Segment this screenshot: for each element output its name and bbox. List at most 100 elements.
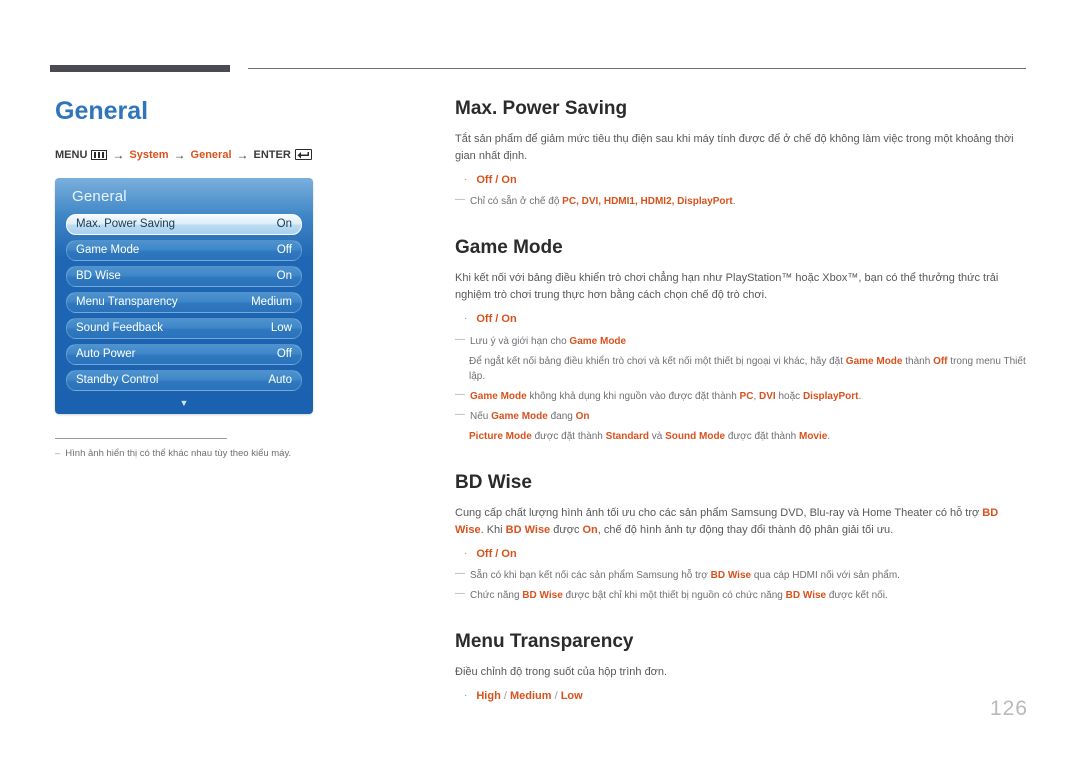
- breadcrumb: MENU → System → General → ENTER: [55, 148, 425, 162]
- n3s-e: Sound Mode: [665, 430, 726, 442]
- n3s-f: được đặt thành: [725, 430, 799, 442]
- osd-scroll-down-icon[interactable]: ▼: [55, 398, 313, 408]
- osd-row[interactable]: Sound Feedback Low: [66, 317, 302, 339]
- max-power-saving-options: · Off / On: [455, 172, 1027, 189]
- right-column: Max. Power Saving Tắt sản phẩm để giảm m…: [455, 98, 1027, 711]
- osd-row-value: Off: [276, 348, 292, 360]
- n2-g: DisplayPort: [802, 390, 859, 402]
- section-title-bd-wise: BD Wise: [455, 471, 532, 493]
- menu-transparency-option-values[interactable]: High / Medium / Low: [476, 688, 582, 705]
- game-mode-note-3: — Nếu Game Mode đang On: [455, 409, 1027, 424]
- note-modes: PC, DVI, HDMI1, HDMI2, DisplayPort: [562, 196, 733, 208]
- page-title: General: [55, 97, 149, 125]
- bn2-b: BD Wise: [522, 590, 563, 602]
- section-title-max-power-saving: Max. Power Saving: [455, 98, 628, 119]
- osd-row-value: Auto: [268, 374, 292, 386]
- left-column: General MENU → System → General → ENTER …: [55, 97, 425, 461]
- n2-c: PC: [739, 390, 754, 402]
- osd-row-value: On: [276, 270, 292, 282]
- menu-transparency-options: · High / Medium / Low: [455, 688, 1027, 705]
- note-dash: —: [455, 568, 465, 580]
- section-title-menu-transparency: Menu Transparency: [455, 631, 634, 653]
- bdw-a: Cung cấp chất lượng hình ảnh tối ưu cho …: [455, 506, 983, 519]
- osd-row-label: Menu Transparency: [76, 296, 178, 308]
- breadcrumb-item-system[interactable]: System: [129, 149, 168, 161]
- osd-row-value: Low: [270, 322, 292, 334]
- note-dash: —: [455, 388, 465, 400]
- left-footnote-block: ‒ Hình ảnh hiển thị có thể khác nhau tùy…: [55, 437, 425, 461]
- note-suffix: .: [732, 196, 736, 208]
- n3s-b: được đặt thành: [531, 430, 606, 442]
- opt-medium: Medium: [509, 690, 552, 703]
- bn1-a: Sẵn có khi bạn kết nối các sản phẩm Sams…: [470, 570, 711, 582]
- section-max-power-saving: Max. Power Saving Tắt sản phẩm để giảm m…: [455, 98, 1027, 209]
- n1s-c: thành: [902, 355, 934, 367]
- breadcrumb-enter-label: ENTER: [253, 148, 291, 161]
- note-body: Lưu ý và giới hạn cho Game Mode: [470, 334, 626, 349]
- osd-row[interactable]: Menu Transparency Medium: [66, 291, 302, 313]
- n3s-g: Movie: [798, 430, 828, 442]
- breadcrumb-arrow-2: →: [173, 147, 186, 162]
- left-footnote-rule: [55, 437, 227, 439]
- bn2-e: được kết nối.: [826, 590, 888, 602]
- note-body: Game Mode không khả dụng khi nguồn vào đ…: [470, 389, 861, 404]
- note1-prefix: Lưu ý và giới hạn cho: [470, 335, 570, 347]
- bullet-dot: ·: [464, 313, 468, 325]
- breadcrumb-item-general[interactable]: General: [191, 149, 232, 161]
- osd-row[interactable]: BD Wise On: [66, 265, 302, 287]
- breadcrumb-arrow-3: →: [236, 147, 249, 162]
- game-mode-option-values[interactable]: Off / On: [476, 311, 516, 328]
- n3s-h: .: [827, 430, 831, 442]
- osd-menu-panel: General Max. Power Saving On Game Mode Off B…: [55, 177, 313, 414]
- note1-term: Game Mode: [569, 335, 627, 347]
- menu-bars-icon: [91, 149, 108, 160]
- bn1-b: BD Wise: [710, 570, 752, 582]
- osd-row-value: Medium: [251, 296, 292, 308]
- bd-wise-note-2: — Chức năng BD Wise được bật chỉ khi một…: [455, 588, 1027, 603]
- bn1-c: qua cáp HDMI nối với sản phẩm.: [751, 570, 900, 582]
- bullet-dot: ·: [464, 547, 468, 559]
- n2-e: DVI: [759, 390, 776, 402]
- note-body: Chỉ có sẵn ở chế độ PC, DVI, HDMI1, HDMI…: [470, 194, 736, 209]
- bullet-dot: ·: [464, 690, 468, 702]
- max-power-saving-option-values[interactable]: Off / On: [476, 172, 516, 189]
- bdw-c: . Khi: [480, 523, 506, 536]
- note-dash: —: [455, 194, 465, 206]
- bd-wise-paragraph: Cung cấp chất lượng hình ảnh tối ưu cho …: [455, 505, 1027, 539]
- n3s-d: và: [649, 430, 666, 442]
- game-mode-note-1-sub: Để ngắt kết nối bảng điều khiển trò chơi…: [469, 354, 1027, 384]
- osd-row-list: Max. Power Saving On Game Mode Off BD Wise On…: [66, 213, 302, 391]
- n2-b: không khả dụng khi nguồn vào được đặt th…: [526, 390, 740, 402]
- section-menu-transparency: Menu Transparency Điều chỉnh độ trong su…: [455, 631, 1027, 704]
- section-game-mode: Game Mode Khi kết nối với bảng điều khiể…: [455, 237, 1027, 443]
- bdw-e: được: [550, 523, 583, 536]
- footnote-text: Hình ảnh hiển thị có thể khác nhau tùy t…: [65, 447, 292, 459]
- osd-row-label: Game Mode: [76, 244, 140, 256]
- footnote-dash: ‒: [55, 447, 61, 459]
- bdw-d: BD Wise: [505, 523, 551, 536]
- header-rule-thick: [50, 65, 230, 72]
- osd-row[interactable]: Standby Control Auto: [66, 369, 302, 391]
- osd-row[interactable]: Auto Power Off: [66, 343, 302, 365]
- game-mode-note-3-sub: Picture Mode được đặt thành Standard và …: [469, 429, 1027, 444]
- n3s-a: Picture Mode: [469, 430, 532, 442]
- osd-row[interactable]: Max. Power Saving On: [66, 213, 302, 235]
- section-bd-wise: BD Wise Cung cấp chất lượng hình ảnh tối…: [455, 472, 1027, 603]
- header-rule-thin: [248, 68, 1026, 69]
- bd-wise-option-values[interactable]: Off / On: [476, 546, 516, 563]
- osd-row-label: BD Wise: [76, 270, 121, 282]
- note-dash: —: [455, 408, 465, 420]
- n3s-c: Standard: [605, 430, 649, 442]
- n1s-a: Để ngắt kết nối bảng điều khiển trò chơi…: [469, 355, 846, 367]
- note-dash: —: [455, 333, 465, 345]
- bd-wise-note-1: — Sẵn có khi bạn kết nối các sản phẩm Sa…: [455, 568, 1027, 583]
- bullet-dot: ·: [464, 173, 468, 185]
- game-mode-note-1: — Lưu ý và giới hạn cho Game Mode: [455, 334, 1027, 349]
- max-power-saving-note: — Chỉ có sẵn ở chế độ PC, DVI, HDMI1, HD…: [455, 194, 1027, 209]
- menu-transparency-paragraph: Điều chỉnh độ trong suốt của hộp trình đ…: [455, 666, 668, 679]
- osd-row[interactable]: Game Mode Off: [66, 239, 302, 261]
- note-body: Sẵn có khi bạn kết nối các sản phẩm Sams…: [470, 568, 900, 583]
- osd-row-label: Sound Feedback: [76, 322, 163, 334]
- bdw-f: On: [582, 523, 598, 536]
- bd-wise-options: · Off / On: [455, 546, 1027, 563]
